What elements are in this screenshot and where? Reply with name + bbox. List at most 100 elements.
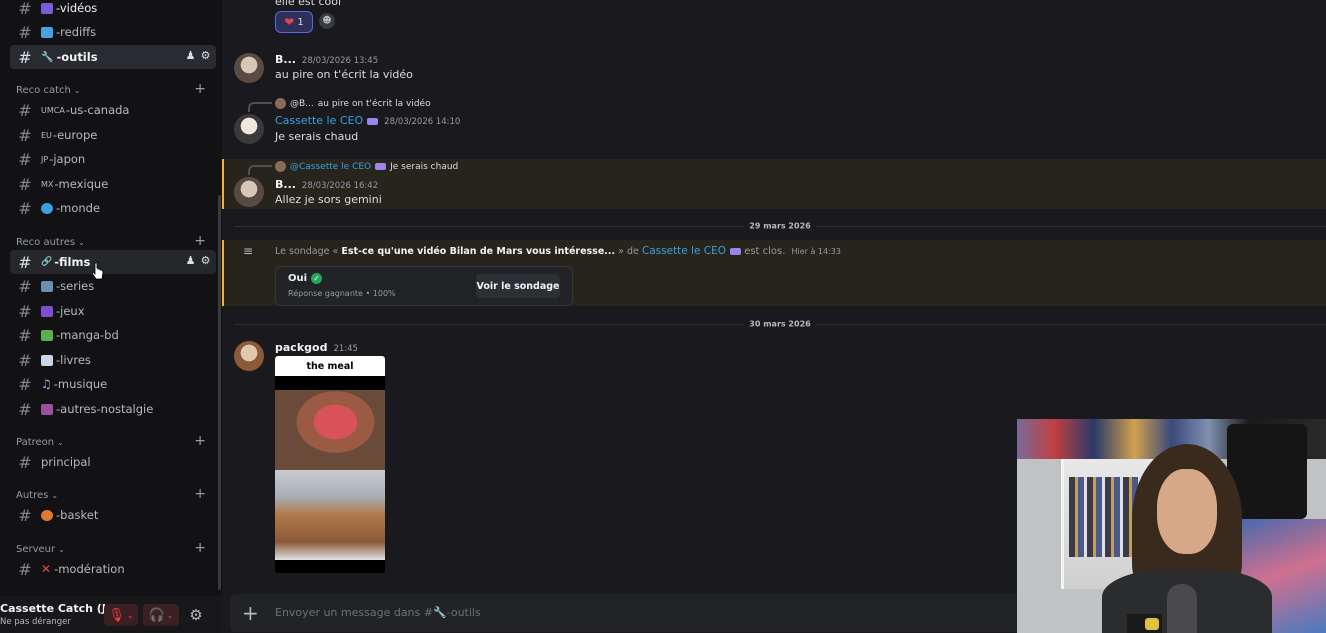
- add-channel-icon[interactable]: +: [194, 233, 206, 249]
- user-settings-button[interactable]: ⚙: [185, 604, 207, 626]
- webcam-mic-sticker: [1145, 618, 1159, 630]
- channel-mexique[interactable]: # MX -mexique: [10, 172, 216, 196]
- reaction-heart[interactable]: ❤ 1: [275, 11, 313, 33]
- video-attachment[interactable]: the meal: [275, 356, 385, 573]
- add-channel-icon[interactable]: +: [194, 81, 206, 97]
- hash-icon: #: [18, 252, 32, 272]
- message-composer[interactable]: + Envoyer un message dans #🔧-outils: [230, 594, 1020, 632]
- video-caption: the meal: [275, 356, 385, 376]
- channel-us-canada[interactable]: # UMCA -us-canada: [10, 98, 216, 122]
- hash-icon: #: [18, 350, 32, 370]
- avatar[interactable]: [234, 341, 264, 371]
- channel-rediffs[interactable]: # -rediffs: [10, 20, 216, 44]
- basketball-emoji-icon: [41, 509, 53, 521]
- floppy-emoji-icon: [41, 403, 53, 415]
- channel-label: -vidéos: [56, 1, 98, 15]
- gear-icon[interactable]: ⚙: [200, 254, 211, 267]
- user-panel: Cassette Catch (J... Ne pas déranger 🎙 ⌄…: [0, 596, 222, 633]
- hash-icon: #: [18, 559, 32, 579]
- music-note-icon: ♫: [41, 377, 52, 391]
- poll-answer-label: Oui: [288, 273, 308, 284]
- channel-monde[interactable]: # -monde: [10, 196, 216, 220]
- add-attachment-icon[interactable]: +: [242, 601, 259, 625]
- hash-icon: #: [18, 174, 32, 194]
- mute-button[interactable]: 🎙 ⌄: [104, 604, 138, 626]
- channel-japon[interactable]: # JP -japon: [10, 147, 216, 171]
- globe-emoji-icon: [41, 202, 53, 214]
- category-patreon[interactable]: Patreon ⌄ +: [16, 433, 210, 449]
- smiley-icon: ☻: [322, 16, 332, 26]
- avatar[interactable]: [234, 114, 264, 144]
- sidebar-scrollbar[interactable]: [218, 195, 221, 590]
- cross-mark-icon: ✕: [41, 562, 52, 576]
- channel-label: -series: [56, 279, 95, 293]
- view-poll-button[interactable]: Voir le sondage: [476, 274, 560, 298]
- hash-icon: #: [18, 301, 32, 321]
- channel-films[interactable]: # 🔗 -films ♟ ⚙: [10, 250, 216, 274]
- hash-icon: #: [18, 452, 32, 472]
- message-header: B... 28/03/2026 16:42: [275, 178, 378, 191]
- invite-user-icon[interactable]: ♟: [185, 49, 196, 62]
- message-text: elle est cool: [275, 0, 342, 8]
- reply-text: au pire on t'écrit la vidéo: [317, 98, 431, 109]
- message-text: au pire on t'écrit la vidéo: [275, 68, 413, 81]
- reply-connector: [248, 165, 272, 175]
- author-name[interactable]: Cassette le CEO: [275, 114, 363, 127]
- channel-principal[interactable]: # principal: [10, 450, 216, 474]
- channel-moderation[interactable]: # ✕ -modération: [10, 557, 216, 581]
- channel-sidebar: # -vidéos # -rediffs # 🔧 -outils ♟ ⚙ Rec…: [0, 0, 222, 633]
- avatar[interactable]: [234, 177, 264, 207]
- channel-livres[interactable]: # -livres: [10, 348, 216, 372]
- channel-basket[interactable]: # -basket: [10, 503, 216, 527]
- hash-icon: #: [18, 276, 32, 296]
- category-reco-autres[interactable]: Reco autres ⌄ +: [16, 233, 210, 249]
- gear-icon[interactable]: ⚙: [200, 49, 211, 62]
- channel-autres-nostalgie[interactable]: # -autres-nostalgie: [10, 397, 216, 421]
- role-badge-icon: [367, 117, 379, 125]
- invite-user-icon[interactable]: ♟: [185, 254, 196, 267]
- reply-preview[interactable]: @B... au pire on t'écrit la vidéo: [275, 98, 431, 109]
- composer-placeholder[interactable]: Envoyer un message dans #🔧-outils: [275, 606, 481, 619]
- add-channel-icon[interactable]: +: [194, 486, 206, 502]
- channel-europe[interactable]: # EU -europe: [10, 123, 216, 147]
- poll-answer: Oui ✓: [288, 273, 323, 284]
- video-frame-bottom: [275, 470, 385, 560]
- add-channel-icon[interactable]: +: [194, 540, 206, 556]
- category-autres[interactable]: Autres ⌄ +: [16, 486, 210, 502]
- user-name[interactable]: Cassette Catch (J...: [0, 602, 118, 615]
- channel-musique[interactable]: # ♫ -musique: [10, 372, 216, 396]
- poll-question[interactable]: Est-ce qu'une vidéo Bilan de Mars vous i…: [341, 246, 615, 257]
- channel-series[interactable]: # -series: [10, 274, 216, 298]
- hash-icon: #: [18, 325, 32, 345]
- author-name[interactable]: packgod: [275, 341, 327, 354]
- channel-label: -jeux: [56, 304, 85, 318]
- chevron-down-icon: ⌄: [78, 237, 85, 247]
- poll-author[interactable]: Cassette le CEO: [642, 245, 726, 257]
- avatar[interactable]: [234, 53, 264, 83]
- hash-icon: #: [18, 0, 32, 18]
- chevron-down-icon: ⌄: [57, 437, 64, 447]
- channel-label: -autres-nostalgie: [56, 402, 154, 416]
- channel-outils[interactable]: # 🔧 -outils ♟ ⚙: [10, 45, 216, 69]
- channel-jeux[interactable]: # -jeux: [10, 299, 216, 323]
- add-channel-icon[interactable]: +: [194, 433, 206, 449]
- channel-videos[interactable]: # -vidéos: [10, 0, 216, 20]
- category-serveur[interactable]: Serveur ⌄ +: [16, 540, 210, 556]
- date-label: 29 mars 2026: [743, 221, 817, 231]
- channel-manga-bd[interactable]: # -manga-bd: [10, 323, 216, 347]
- author-name[interactable]: B...: [275, 53, 296, 66]
- channel-label: -japon: [49, 152, 86, 166]
- hash-icon: #: [18, 22, 32, 42]
- deafen-button[interactable]: 🎧 ⌄: [143, 604, 179, 626]
- link-icon: 🔗: [41, 257, 53, 267]
- gear-icon: ⚙: [189, 606, 203, 624]
- books-emoji-icon: [41, 329, 53, 341]
- category-reco-catch[interactable]: Reco catch ⌄ +: [16, 81, 210, 97]
- author-name[interactable]: B...: [275, 178, 296, 191]
- message: @B... au pire on t'écrit la vidéo Casset…: [222, 96, 1326, 148]
- add-reaction-button[interactable]: ☻: [319, 13, 335, 29]
- channel-label: -europe: [52, 128, 98, 142]
- reply-author: @B...: [290, 98, 314, 109]
- chevron-down-icon: ⌄: [126, 610, 134, 620]
- reply-preview[interactable]: @Cassette le CEO Je serais chaud: [275, 161, 458, 172]
